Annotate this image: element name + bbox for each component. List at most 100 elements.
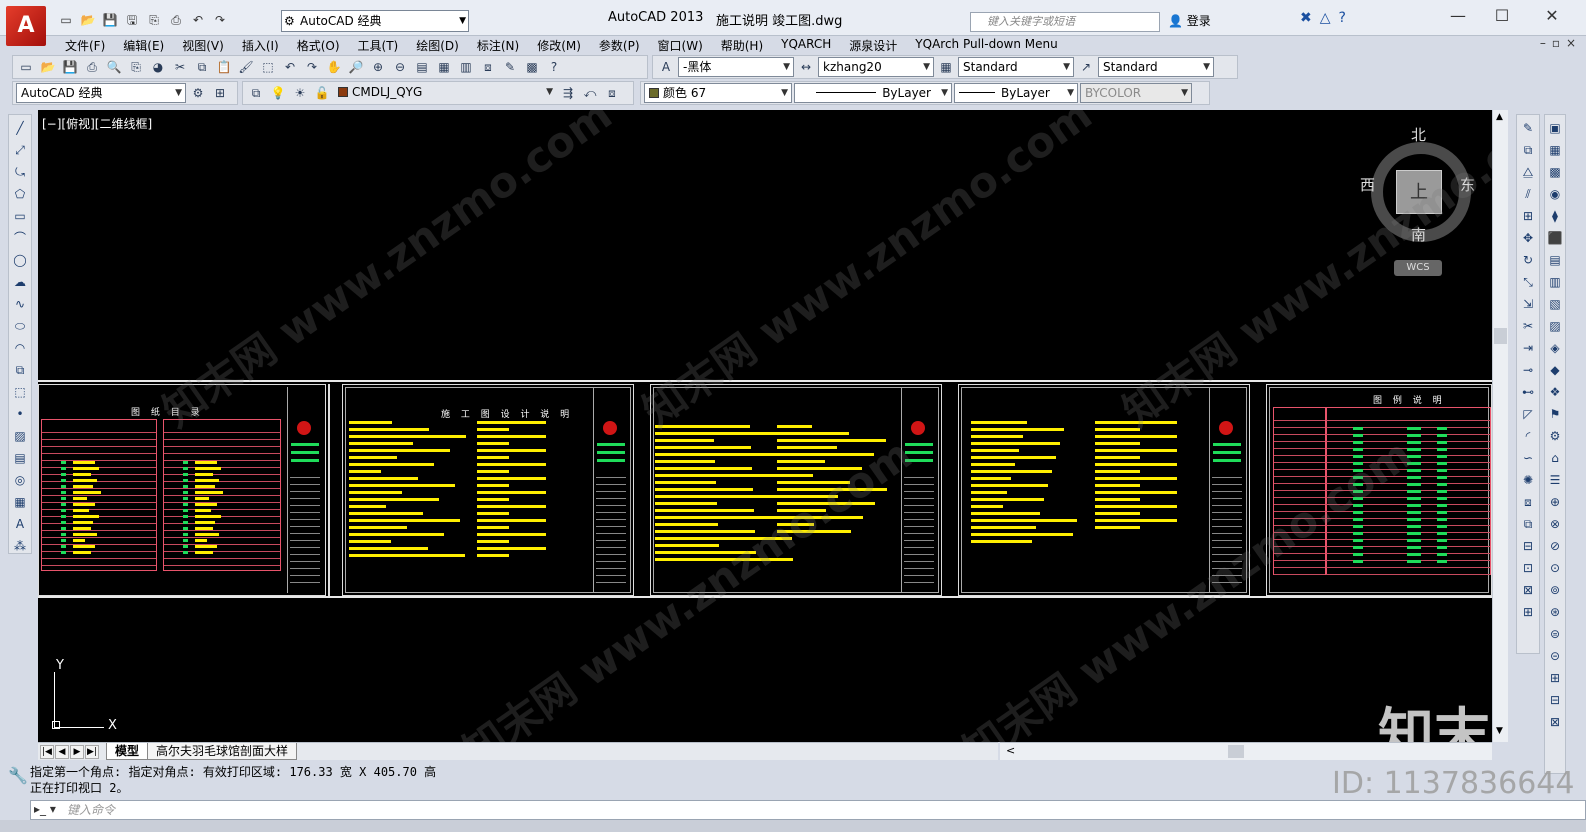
- table-style-select[interactable]: Standard ▼: [958, 57, 1074, 77]
- maximize-button[interactable]: ☐: [1482, 6, 1522, 25]
- sheet-set-icon[interactable]: ⧈: [478, 57, 498, 77]
- tab-model[interactable]: 模型: [106, 743, 149, 760]
- blend-icon[interactable]: ∽: [1519, 449, 1537, 468]
- polyline-icon[interactable]: ⤿: [11, 163, 29, 182]
- help-icon[interactable]: ?: [1339, 10, 1346, 26]
- sheet-design-notes-1[interactable]: 施 工 图 设 计 说 明: [342, 384, 634, 596]
- zoom-realtime-icon[interactable]: 🔎: [346, 57, 366, 77]
- wrench-icon[interactable]: 🔧: [8, 766, 28, 785]
- text-style-select[interactable]: -黑体 ▼: [678, 57, 794, 77]
- scroll-down-icon[interactable]: ▼: [1496, 726, 1503, 736]
- yq-tool-9-icon[interactable]: ▧: [1546, 295, 1564, 314]
- drawing-canvas[interactable]: [−][俯视][二维线框] 上 北 南 西 东 WCS 图 纸 目 录 施 工 …: [38, 110, 1492, 742]
- array-icon[interactable]: ⊞: [1519, 207, 1537, 226]
- construction-line-icon[interactable]: ⤢: [11, 141, 29, 160]
- workspace-select-toolbar[interactable]: AutoCAD 经典 ▼: [16, 83, 186, 103]
- polygon-icon[interactable]: ⬠: [11, 185, 29, 204]
- document-window-controls[interactable]: –▫×: [1540, 36, 1582, 50]
- text-style-icon[interactable]: A: [656, 57, 676, 77]
- gradient-icon[interactable]: ▤: [11, 449, 29, 468]
- yq-tool-12-icon[interactable]: ◆: [1546, 361, 1564, 380]
- send-back-icon[interactable]: ⊟: [1519, 537, 1537, 556]
- point-icon[interactable]: •: [11, 405, 29, 424]
- yq-tool-25-icon[interactable]: ⊝: [1546, 647, 1564, 666]
- yq-tool-21-icon[interactable]: ⊙: [1546, 559, 1564, 578]
- sheet-legend[interactable]: 图 例 说 明: [1266, 384, 1492, 596]
- yq-tool-16-icon[interactable]: ⌂: [1546, 449, 1564, 468]
- properties-icon[interactable]: ▤: [412, 57, 432, 77]
- publish-icon[interactable]: ⎘: [126, 57, 146, 77]
- search-input[interactable]: 键入关键字或短语: [970, 12, 1160, 32]
- menu-item-5[interactable]: 工具(T): [349, 36, 408, 54]
- exchange-icon[interactable]: ✖: [1300, 10, 1312, 26]
- login-button[interactable]: 👤 登录: [1168, 12, 1211, 29]
- sheet-design-notes-3[interactable]: [958, 384, 1250, 596]
- paste-icon[interactable]: 📋: [214, 57, 234, 77]
- yq-tool-23-icon[interactable]: ⊛: [1546, 603, 1564, 622]
- workspace-select[interactable]: ⚙ AutoCAD 经典 ▼: [281, 10, 469, 32]
- viewport-controls[interactable]: [−][俯视][二维线框]: [42, 115, 152, 132]
- layer-properties-icon[interactable]: ⧉: [246, 83, 266, 103]
- yq-tool-3-icon[interactable]: ▩: [1546, 163, 1564, 182]
- group-icon[interactable]: ⊡: [1519, 559, 1537, 578]
- next-tab-icon[interactable]: ▶: [70, 744, 84, 759]
- insert-block-icon[interactable]: ⧉: [11, 361, 29, 380]
- autodesk-icon[interactable]: △: [1320, 10, 1331, 26]
- menu-item-1[interactable]: 编辑(E): [114, 36, 173, 54]
- ellipse-arc-icon[interactable]: ◠: [11, 339, 29, 358]
- menu-item-0[interactable]: 文件(F): [56, 36, 114, 54]
- linetype-select[interactable]: ByLayer ▼: [794, 83, 952, 103]
- multileader-style-icon[interactable]: ↗: [1076, 57, 1096, 77]
- arc-icon[interactable]: ⌒: [11, 229, 29, 248]
- compass-south[interactable]: 南: [1411, 224, 1426, 245]
- menu-item-7[interactable]: 标注(N): [468, 36, 528, 54]
- break-icon[interactable]: ⊸: [1519, 361, 1537, 380]
- multiline-text-icon[interactable]: A: [11, 515, 29, 534]
- help-icon[interactable]: ?: [544, 57, 564, 77]
- horizontal-scrollbar[interactable]: <: [1000, 742, 1492, 760]
- menu-item-11[interactable]: 帮助(H): [712, 36, 772, 54]
- yq-tool-19-icon[interactable]: ⊗: [1546, 515, 1564, 534]
- join-icon[interactable]: ⊷: [1519, 383, 1537, 402]
- yq-tool-28-icon[interactable]: ⊠: [1546, 713, 1564, 732]
- menu-item-6[interactable]: 绘图(D): [407, 36, 468, 54]
- yq-tool-17-icon[interactable]: ☰: [1546, 471, 1564, 490]
- layer-select[interactable]: CMDLJ_QYG ▼: [334, 83, 556, 103]
- 3d-dwf-icon[interactable]: ◕: [148, 57, 168, 77]
- wcs-menu[interactable]: WCS: [1394, 260, 1442, 276]
- viewcube[interactable]: 上 北 南 西 东 WCS: [1360, 120, 1476, 280]
- command-prompt-icon[interactable]: ▸_ ▾: [34, 802, 56, 816]
- menu-item-9[interactable]: 参数(P): [590, 36, 649, 54]
- mirror-icon[interactable]: ⧋: [1519, 163, 1537, 182]
- move-icon[interactable]: ✥: [1519, 229, 1537, 248]
- menu-item-13[interactable]: 源泉设计: [840, 36, 906, 54]
- bring-front-icon[interactable]: ⧉: [1519, 515, 1537, 534]
- make-block-icon[interactable]: ⬚: [11, 383, 29, 402]
- yq-tool-18-icon[interactable]: ⊕: [1546, 493, 1564, 512]
- sheet-design-notes-2[interactable]: [650, 384, 942, 596]
- plot-icon[interactable]: ⎙: [82, 57, 102, 77]
- match-properties-icon[interactable]: 🖌: [236, 57, 256, 77]
- menu-item-2[interactable]: 视图(V): [173, 36, 233, 54]
- zoom-window-icon[interactable]: ⊕: [368, 57, 388, 77]
- scroll-up-icon[interactable]: ▲: [1496, 112, 1503, 122]
- color-select[interactable]: 颜色 67 ▼: [644, 83, 792, 103]
- sheet-drawing-index[interactable]: 图 纸 目 录: [38, 384, 326, 596]
- markup-icon[interactable]: ✎: [500, 57, 520, 77]
- yq-tool-22-icon[interactable]: ⊚: [1546, 581, 1564, 600]
- make-current-layer-icon[interactable]: ⇶: [558, 83, 578, 103]
- yq-tool-5-icon[interactable]: ⧫: [1546, 207, 1564, 226]
- menu-item-14[interactable]: YQArch Pull-down Menu: [906, 36, 1066, 54]
- edit-group-icon[interactable]: ⊞: [1519, 603, 1537, 622]
- trim-icon[interactable]: ✂: [1519, 317, 1537, 336]
- cut-icon[interactable]: ✂: [170, 57, 190, 77]
- yq-tool-14-icon[interactable]: ⚑: [1546, 405, 1564, 424]
- workspace-settings-icon[interactable]: ⊞: [210, 83, 230, 103]
- yq-tool-2-icon[interactable]: ▦: [1546, 141, 1564, 160]
- first-tab-icon[interactable]: |◀: [40, 744, 54, 759]
- yq-tool-11-icon[interactable]: ◈: [1546, 339, 1564, 358]
- command-input[interactable]: 键入命令: [30, 800, 1586, 820]
- draw-order-icon[interactable]: ⧈: [1519, 493, 1537, 512]
- save-icon[interactable]: 💾: [100, 10, 120, 30]
- vertical-scrollbar[interactable]: ▲ ▼: [1492, 110, 1508, 742]
